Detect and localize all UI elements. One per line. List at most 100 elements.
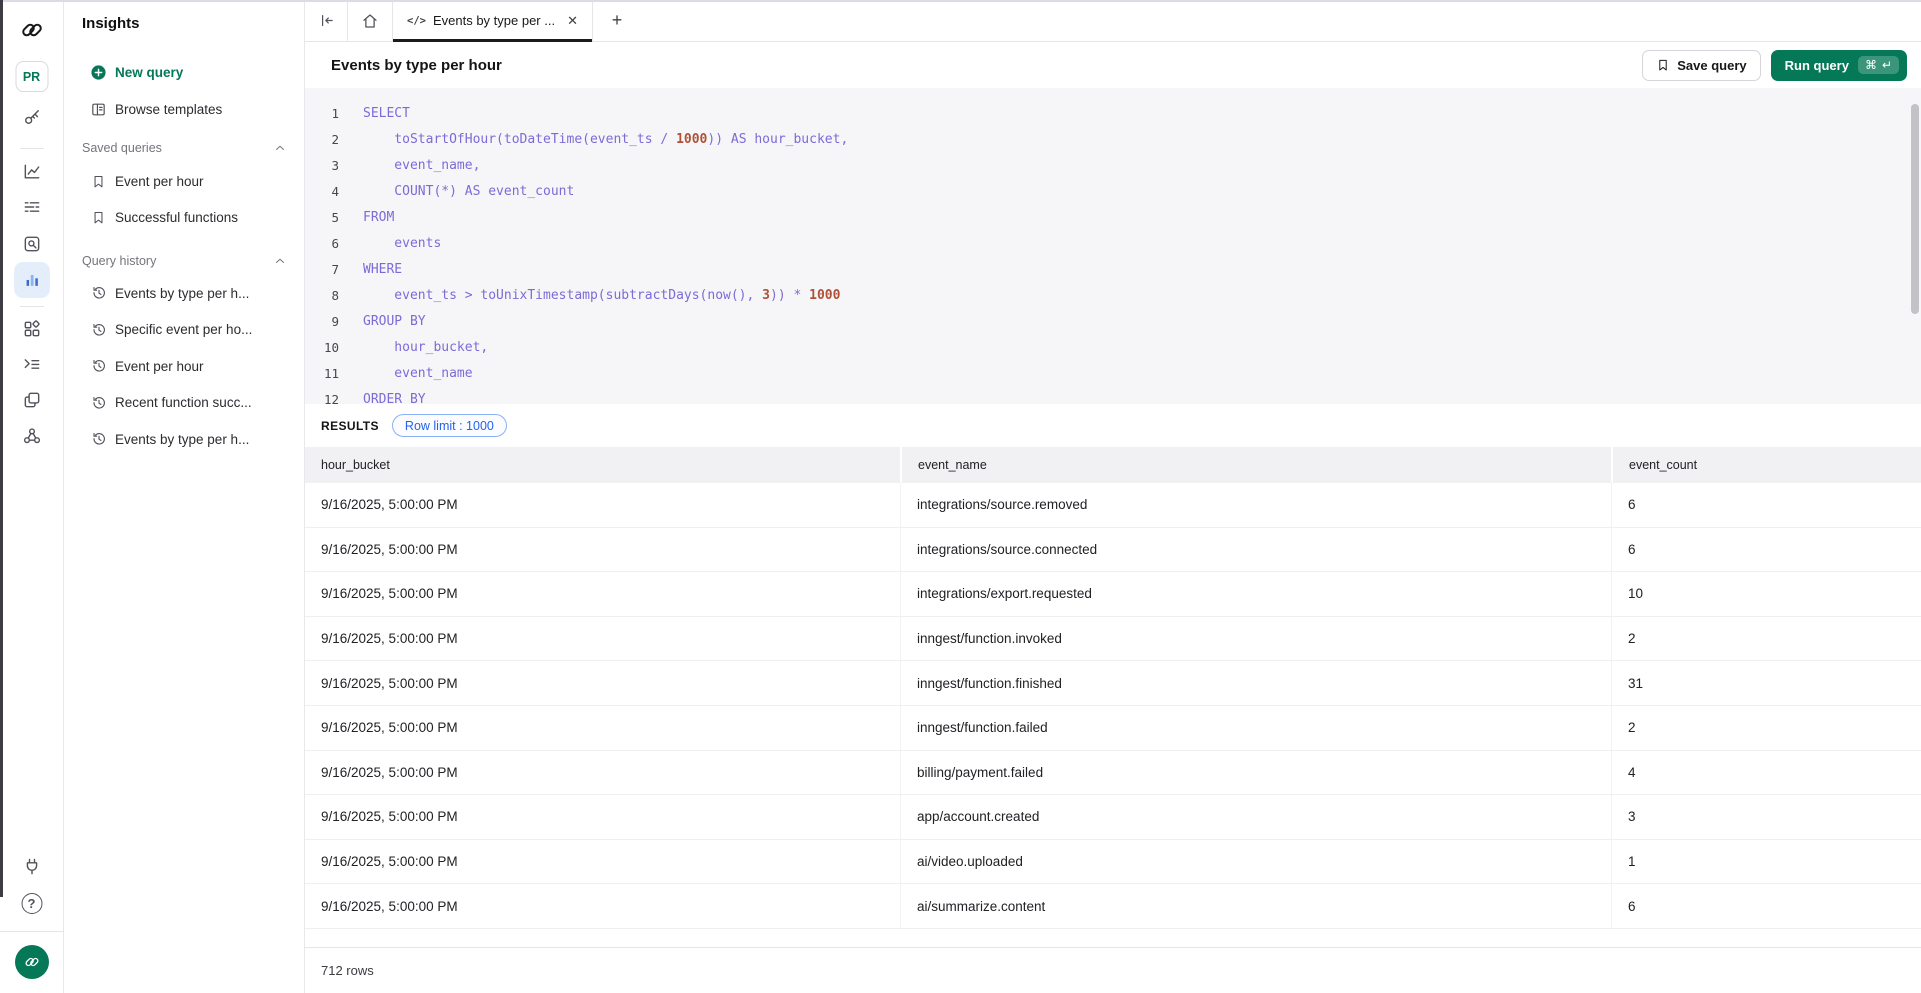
new-query-label: New query <box>115 65 183 80</box>
code-line[interactable]: 9GROUP BY <box>305 308 1921 334</box>
help-icon[interactable]: ? <box>21 893 42 914</box>
line-number: 10 <box>313 340 339 355</box>
results-table-body: 9/16/2025, 5:00:00 PMintegrations/source… <box>305 483 1921 929</box>
table-cell: 9/16/2025, 5:00:00 PM <box>305 572 900 616</box>
code-line[interactable]: 10 hour_bucket, <box>305 334 1921 360</box>
query-history-section-label: Query history <box>82 254 156 268</box>
code-line[interactable]: 8 event_ts > toUnixTimestamp(subtractDay… <box>305 282 1921 308</box>
code-line[interactable]: 1SELECT <box>305 100 1921 126</box>
table-row[interactable]: 9/16/2025, 5:00:00 PMinngest/function.fi… <box>305 661 1921 706</box>
webhook-icon[interactable] <box>22 426 42 446</box>
chevron-up-icon[interactable] <box>273 141 287 155</box>
code-text: hour_bucket, <box>363 340 488 355</box>
code-text: ORDER BY <box>363 392 426 405</box>
column-header-event_name: event_name <box>900 447 1611 483</box>
line-number: 12 <box>313 392 339 405</box>
tab-events-by-type-per-hour[interactable]: </> Events by type per ... ✕ <box>393 0 593 41</box>
query-history-item[interactable]: Events by type per h... <box>64 275 305 312</box>
keys-icon[interactable] <box>22 107 42 127</box>
code-line[interactable]: 3 event_name, <box>305 152 1921 178</box>
rows-count: 712 rows <box>321 963 374 978</box>
saved-query-item[interactable]: Event per hour <box>64 163 305 200</box>
row-limit-badge[interactable]: Row limit : 1000 <box>392 414 507 437</box>
runs-list-icon[interactable] <box>22 197 42 217</box>
table-cell: integrations/source.connected <box>900 528 1611 572</box>
home-icon <box>361 12 379 30</box>
account-avatar[interactable] <box>15 945 49 979</box>
query-history-item[interactable]: Specific event per ho... <box>64 312 305 349</box>
code-line[interactable]: 6 events <box>305 230 1921 256</box>
table-cell: 1 <box>1611 840 1921 884</box>
metrics-icon[interactable] <box>22 162 42 182</box>
table-cell: 9/16/2025, 5:00:00 PM <box>305 617 900 661</box>
table-cell: inngest/function.invoked <box>900 617 1611 661</box>
workspace-avatar[interactable]: PR <box>15 61 48 92</box>
code-line[interactable]: 5FROM <box>305 204 1921 230</box>
saved-query-label: Event per hour <box>115 174 204 189</box>
browse-templates-button[interactable]: Browse templates <box>64 96 305 122</box>
query-history-item[interactable]: Events by type per h... <box>64 421 305 458</box>
table-row[interactable]: 9/16/2025, 5:00:00 PMintegrations/source… <box>305 528 1921 573</box>
line-number: 7 <box>313 262 339 277</box>
query-history-label: Event per hour <box>115 359 204 374</box>
table-cell: 2 <box>1611 617 1921 661</box>
code-line[interactable]: 12 ORDER BY <box>305 386 1921 404</box>
new-tab-button[interactable]: + <box>602 6 632 36</box>
code-line[interactable]: 4 COUNT(*) AS event_count <box>305 178 1921 204</box>
table-row[interactable]: 9/16/2025, 5:00:00 PMintegrations/source… <box>305 483 1921 528</box>
table-cell: 9/16/2025, 5:00:00 PM <box>305 483 900 527</box>
editor-scrollbar[interactable] <box>1911 104 1919 314</box>
saved-query-item[interactable]: Successful functions <box>64 200 305 237</box>
insights-rail-item-active[interactable] <box>14 262 50 298</box>
run-query-button[interactable]: Run query ⌘ ↵ <box>1771 50 1907 81</box>
windows-icon[interactable] <box>22 390 42 410</box>
table-row[interactable]: 9/16/2025, 5:00:00 PMbilling/payment.fai… <box>305 751 1921 796</box>
collapse-sidebar-button[interactable] <box>305 0 348 41</box>
saved-queries-list: Event per hour Successful functions <box>64 163 305 236</box>
save-query-button[interactable]: Save query <box>1642 50 1760 81</box>
line-number: 2 <box>313 132 339 147</box>
home-tab-button[interactable] <box>348 0 393 41</box>
plug-integrations-icon[interactable] <box>22 857 42 877</box>
table-cell: billing/payment.failed <box>900 751 1611 795</box>
query-history-section-header[interactable]: Query history <box>82 251 287 271</box>
table-cell: integrations/source.removed <box>900 483 1611 527</box>
table-cell: 10 <box>1611 572 1921 616</box>
query-history-label: Recent function succ... <box>115 395 252 410</box>
query-history-list: Events by type per h... Specific event p… <box>64 275 305 458</box>
bookmark-icon <box>90 174 107 189</box>
main-content: </> Events by type per ... ✕ + Events by… <box>305 0 1921 993</box>
new-query-button[interactable]: New query <box>64 59 305 85</box>
query-history-item[interactable]: Event per hour <box>64 348 305 385</box>
sql-editor[interactable]: 1SELECT2 toStartOfHour(toDateTime(event_… <box>305 88 1921 404</box>
table-cell: 31 <box>1611 661 1921 705</box>
tab-close-icon[interactable]: ✕ <box>563 11 582 31</box>
table-row[interactable]: 9/16/2025, 5:00:00 PMinngest/function.in… <box>305 617 1921 662</box>
line-number: 9 <box>313 314 339 329</box>
code-text: FROM <box>363 210 394 225</box>
table-row[interactable]: 9/16/2025, 5:00:00 PMintegrations/export… <box>305 572 1921 617</box>
query-history-label: Events by type per h... <box>115 286 249 301</box>
table-cell: 9/16/2025, 5:00:00 PM <box>305 528 900 572</box>
saved-queries-section-header[interactable]: Saved queries <box>82 138 287 158</box>
results-label: RESULTS <box>321 419 379 433</box>
event-search-icon[interactable] <box>22 234 42 254</box>
help-glyph: ? <box>28 896 36 911</box>
table-row[interactable]: 9/16/2025, 5:00:00 PMai/summarize.conten… <box>305 884 1921 929</box>
query-history-item[interactable]: Recent function succ... <box>64 385 305 422</box>
terminal-icon[interactable] <box>22 354 42 374</box>
table-row[interactable]: 9/16/2025, 5:00:00 PMinngest/function.fa… <box>305 706 1921 751</box>
code-line[interactable]: 7WHERE <box>305 256 1921 282</box>
chevron-up-icon[interactable] <box>273 254 287 268</box>
code-line[interactable]: 11 event_name <box>305 360 1921 386</box>
table-cell: integrations/export.requested <box>900 572 1611 616</box>
code-text: COUNT(*) AS event_count <box>363 184 574 199</box>
table-row[interactable]: 9/16/2025, 5:00:00 PMapp/account.created… <box>305 795 1921 840</box>
screen-left-edge <box>0 0 3 897</box>
apps-icon[interactable] <box>22 319 42 339</box>
sidebar-title: Insights <box>82 15 140 32</box>
save-query-label: Save query <box>1677 58 1746 73</box>
table-row[interactable]: 9/16/2025, 5:00:00 PMai/video.uploaded1 <box>305 840 1921 885</box>
code-line[interactable]: 2 toStartOfHour(toDateTime(event_ts / 10… <box>305 126 1921 152</box>
page-title: Events by type per hour <box>331 57 502 74</box>
